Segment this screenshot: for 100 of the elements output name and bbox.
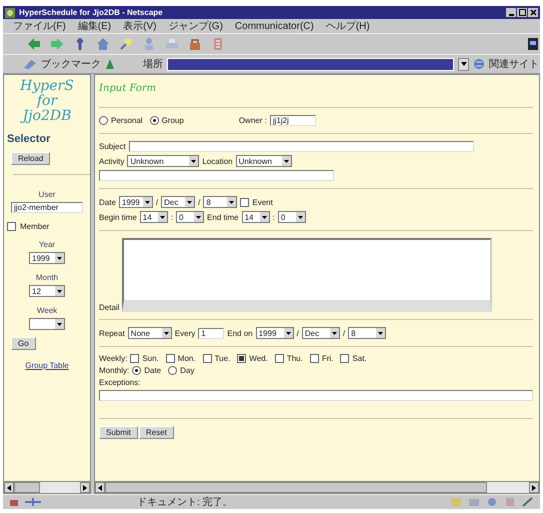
- date-separator: /: [198, 198, 200, 206]
- time-separator: :: [170, 212, 174, 222]
- menu-item[interactable]: 編集(E): [78, 19, 112, 33]
- weekday-checkbox[interactable]: [340, 354, 350, 363]
- menu-item[interactable]: Communicator(C): [234, 20, 314, 32]
- checkbox-label: Event: [252, 198, 273, 206]
- owner-label: Owner :: [238, 116, 267, 125]
- checkbox-label: Wed.: [249, 354, 268, 363]
- radio-label: Personal: [111, 116, 143, 125]
- week-select[interactable]: [29, 318, 65, 330]
- date-select[interactable]: 1999: [256, 327, 294, 339]
- window-title: HyperSchedule for Jjo2DB - Netscape: [19, 8, 163, 17]
- go-button[interactable]: Go: [11, 337, 36, 350]
- radio-button[interactable]: [168, 366, 178, 375]
- location-label: 場所: [143, 58, 163, 71]
- related-sites-button[interactable]: 関連サイト: [489, 57, 539, 71]
- repeat-select[interactable]: None: [128, 327, 172, 339]
- scroll-right-button[interactable]: [80, 482, 90, 493]
- field-label: Subject: [99, 142, 126, 151]
- radio-button[interactable]: [150, 116, 159, 125]
- scroll-right-button[interactable]: [529, 482, 539, 493]
- text-field[interactable]: [99, 170, 334, 181]
- right-arrow-icon: [532, 484, 536, 490]
- time-select[interactable]: 14: [242, 211, 270, 223]
- maximize-icon: [518, 9, 526, 16]
- form-title: Input Form: [99, 83, 158, 94]
- bookmarks-button[interactable]: ブックマーク: [41, 57, 101, 71]
- field-label: Weekly:: [99, 354, 128, 363]
- status-text: ドキュメント: 完了。: [137, 496, 233, 509]
- right-arrow-icon: [83, 484, 87, 490]
- checkbox-label: Tue.: [214, 354, 230, 363]
- checkbox-label: Fri.: [322, 354, 334, 363]
- search-icon[interactable]: [119, 37, 133, 51]
- field-label: Activity: [99, 156, 124, 166]
- reload-button[interactable]: Reload: [11, 152, 50, 165]
- weekday-checkbox[interactable]: [166, 354, 175, 363]
- caret-icon: [164, 332, 169, 334]
- minimize-button[interactable]: [506, 8, 516, 17]
- page-icon: [105, 58, 115, 70]
- owner-field[interactable]: jj1j2j: [270, 115, 316, 126]
- time-select[interactable]: 0: [176, 211, 204, 223]
- checkbox-label: Sat.: [352, 354, 367, 363]
- menu-item[interactable]: ファイル(F): [13, 19, 66, 33]
- group-table-link[interactable]: Group Table: [25, 361, 69, 370]
- scroll-thumb[interactable]: [105, 482, 487, 493]
- user-field[interactable]: jjo2-member: [11, 202, 83, 213]
- field-label: Exceptions:: [99, 378, 142, 387]
- scroll-thumb[interactable]: [14, 482, 40, 493]
- date-select[interactable]: Dec: [302, 327, 340, 339]
- radio-button[interactable]: [132, 366, 142, 375]
- location-select[interactable]: Unknown: [236, 155, 292, 167]
- weekday-checkbox[interactable]: [310, 354, 319, 363]
- field-label: Date: [99, 198, 116, 206]
- dropdown-button[interactable]: [458, 58, 469, 70]
- weekday-checkbox[interactable]: [202, 354, 212, 363]
- date-select[interactable]: Dec: [161, 196, 196, 208]
- caret-icon: [191, 160, 196, 162]
- radio-button[interactable]: [99, 116, 108, 125]
- caret-icon: [144, 200, 150, 204]
- date-select[interactable]: 8: [348, 327, 386, 339]
- date-select[interactable]: 8: [203, 196, 238, 208]
- submit-button[interactable]: Submit: [99, 426, 138, 439]
- year-select[interactable]: 1999: [29, 252, 65, 264]
- checkbox-label: Member: [20, 222, 50, 231]
- caret-icon: [378, 332, 384, 334]
- field-label: Detail: [99, 303, 120, 312]
- maximize-button[interactable]: [517, 8, 527, 17]
- field-label: End time: [207, 212, 239, 222]
- scroll-left-button[interactable]: [95, 482, 105, 493]
- time-select[interactable]: 0: [278, 211, 306, 223]
- every-field[interactable]: 1: [198, 328, 224, 338]
- menu-item[interactable]: 表示(V): [123, 19, 156, 33]
- weekday-checkbox[interactable]: [237, 354, 246, 363]
- url-field[interactable]: [167, 58, 454, 70]
- event-checkbox[interactable]: [240, 198, 250, 206]
- member-checkbox[interactable]: [7, 222, 16, 231]
- field-label: Month: [36, 273, 58, 282]
- time-select[interactable]: 14: [140, 211, 168, 223]
- field-label: Every: [174, 328, 196, 338]
- menu-item[interactable]: ヘルプ(H): [326, 19, 370, 33]
- weekday-checkbox[interactable]: [130, 354, 140, 363]
- field-label: Week: [36, 306, 58, 315]
- subject-field[interactable]: [128, 141, 474, 152]
- caret-icon: [196, 216, 202, 218]
- date-separator: /: [342, 328, 346, 338]
- month-select[interactable]: 12: [29, 285, 65, 297]
- checkbox-label: Sun.: [142, 354, 159, 363]
- close-button[interactable]: [528, 8, 538, 17]
- field-label: Begin time: [99, 212, 137, 222]
- app-title: HyperS for Jjo2DB: [19, 79, 75, 124]
- caret-icon: [332, 332, 337, 334]
- detail-textarea[interactable]: [122, 238, 492, 312]
- field-label: End on: [227, 328, 253, 338]
- weekday-checkbox[interactable]: [274, 354, 284, 363]
- exceptions-field[interactable]: [99, 390, 533, 401]
- menu-item[interactable]: ジャンプ(G): [168, 19, 223, 33]
- reset-button[interactable]: Reset: [138, 426, 174, 439]
- activity-select[interactable]: Unknown: [127, 155, 200, 167]
- scroll-left-button[interactable]: [4, 482, 14, 493]
- date-select[interactable]: 1999: [118, 196, 153, 208]
